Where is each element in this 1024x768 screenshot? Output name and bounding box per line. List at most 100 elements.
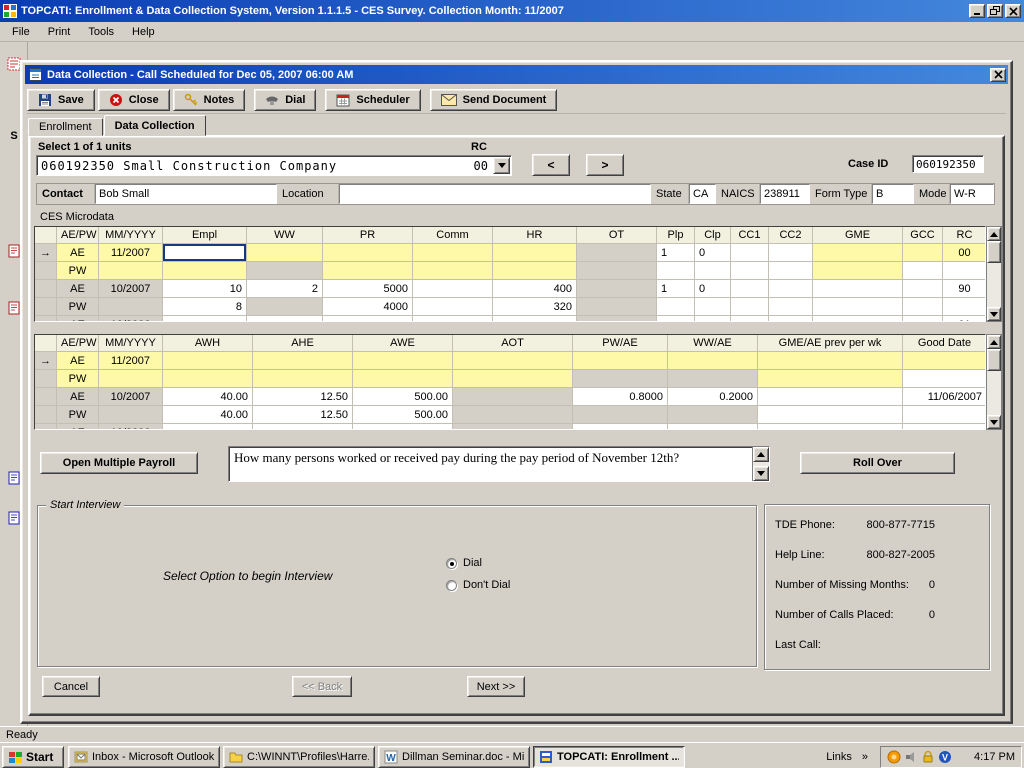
grid-cell[interactable]: 11/2007 <box>99 352 163 370</box>
grid-cell[interactable] <box>668 406 758 424</box>
grid-cell[interactable] <box>577 280 657 298</box>
grid-cell[interactable] <box>813 316 903 322</box>
grid-cell[interactable] <box>657 262 695 280</box>
grid-cell[interactable] <box>903 298 943 316</box>
grid-cell[interactable]: 10 <box>163 280 247 298</box>
grid-cell[interactable] <box>493 244 577 262</box>
grid-cell[interactable] <box>813 244 903 262</box>
menu-tools[interactable]: Tools <box>80 24 122 40</box>
links-toolbar[interactable]: Links » <box>820 748 874 766</box>
taskbar-task[interactable]: Inbox - Microsoft Outlook <box>68 746 220 768</box>
grid-cell[interactable] <box>323 244 413 262</box>
grid-cell[interactable]: 90 <box>943 280 986 298</box>
grid-cell[interactable] <box>453 370 573 388</box>
question-scroll-up-button[interactable] <box>753 447 769 462</box>
grid-cell[interactable] <box>903 262 943 280</box>
radio-don-t-dial[interactable]: Don't Dial <box>446 579 510 591</box>
grid-cell[interactable] <box>413 280 493 298</box>
taskbar-task[interactable]: C:\WINNT\Profiles\Harre... <box>223 746 375 768</box>
grid-cell[interactable]: 10/2007 <box>99 388 163 406</box>
grid-cell[interactable] <box>453 388 573 406</box>
grid-cell[interactable]: 5000 <box>323 280 413 298</box>
grid-cell[interactable] <box>577 262 657 280</box>
roll-over-button[interactable]: Roll Over <box>800 452 955 474</box>
contact-field[interactable]: Bob Small <box>95 184 277 204</box>
grid-cell[interactable] <box>493 316 577 322</box>
grid-cell[interactable] <box>99 370 163 388</box>
grid-cell[interactable]: AE <box>57 424 99 430</box>
grid-cell[interactable] <box>695 298 731 316</box>
grid-cell[interactable]: PW <box>57 298 99 316</box>
grid-cell[interactable]: 12.50 <box>253 406 353 424</box>
grid-cell[interactable] <box>323 262 413 280</box>
send-document-button[interactable]: Send Document <box>430 89 558 111</box>
grid-cell[interactable] <box>731 280 769 298</box>
grid-cell[interactable]: 10/2006 <box>99 316 163 322</box>
grid-cell[interactable] <box>163 244 247 262</box>
lock-icon[interactable] <box>921 750 935 764</box>
grid-cell[interactable] <box>573 370 668 388</box>
grid-cell[interactable] <box>413 298 493 316</box>
grid2-scrollbar[interactable] <box>986 334 1002 430</box>
grid-cell[interactable] <box>943 262 986 280</box>
grid-cell[interactable] <box>577 316 657 322</box>
grid-cell[interactable]: 11/06/2007 <box>903 388 986 406</box>
grid-cell[interactable] <box>903 370 986 388</box>
tab-data-collection[interactable]: Data Collection <box>104 115 206 136</box>
grid-cell[interactable]: 40.00 <box>163 388 253 406</box>
grid-cell[interactable] <box>695 316 731 322</box>
grid-cell[interactable] <box>353 370 453 388</box>
grid-cell[interactable] <box>413 244 493 262</box>
grid-cell[interactable]: 10/2007 <box>99 280 163 298</box>
grid-cell[interactable] <box>163 316 247 322</box>
grid-cell[interactable]: 40.00 <box>163 406 253 424</box>
grid1-scrollbar[interactable] <box>986 226 1002 322</box>
scroll-thumb[interactable] <box>987 349 1001 371</box>
grid-cell[interactable] <box>758 370 903 388</box>
scroll-track[interactable] <box>987 241 1001 307</box>
grid-cell[interactable]: 1 <box>657 280 695 298</box>
close-button[interactable]: Close <box>98 89 170 111</box>
grid-cell[interactable] <box>323 316 413 322</box>
grid-cell[interactable] <box>903 316 943 322</box>
menu-help[interactable]: Help <box>124 24 163 40</box>
grid-cell[interactable] <box>758 388 903 406</box>
start-button[interactable]: Start <box>2 746 64 768</box>
grid-cell[interactable] <box>99 298 163 316</box>
close-window-button[interactable] <box>1005 4 1021 18</box>
grid-cell[interactable]: AE <box>57 280 99 298</box>
grid-cell[interactable]: PW <box>57 370 99 388</box>
grid-cell[interactable] <box>353 352 453 370</box>
grid-cell[interactable] <box>668 424 758 430</box>
grid-cell[interactable] <box>573 352 668 370</box>
grid-cell[interactable] <box>731 244 769 262</box>
grid-cell[interactable] <box>758 352 903 370</box>
grid-cell[interactable]: 0.2000 <box>668 388 758 406</box>
grid-cell[interactable] <box>943 298 986 316</box>
scroll-up-button[interactable] <box>987 227 1001 241</box>
volume-icon[interactable] <box>904 750 918 764</box>
grid-cell[interactable]: AE <box>57 388 99 406</box>
grid-cell[interactable] <box>163 262 247 280</box>
shield-icon[interactable]: V <box>938 750 952 764</box>
combo-dropdown-button[interactable] <box>493 157 510 174</box>
grid-cell[interactable] <box>903 352 986 370</box>
grid-cell[interactable] <box>573 406 668 424</box>
grid-cell[interactable] <box>493 262 577 280</box>
grid-cell[interactable]: PW <box>57 262 99 280</box>
menu-print[interactable]: Print <box>40 24 79 40</box>
question-scroll-down-button[interactable] <box>753 466 769 481</box>
grid-cell[interactable] <box>99 262 163 280</box>
grid-cell[interactable] <box>163 352 253 370</box>
back-button[interactable]: << Back <box>292 676 352 697</box>
grid-cell[interactable]: 01 <box>943 316 986 322</box>
dialog-close-button[interactable] <box>990 68 1006 82</box>
grid-cell[interactable]: AE <box>57 244 99 262</box>
grid-cell[interactable]: 500.00 <box>353 388 453 406</box>
grid-cell[interactable] <box>758 424 903 430</box>
grid-cell[interactable] <box>247 298 323 316</box>
cancel-button[interactable]: Cancel <box>42 676 100 697</box>
dial-button[interactable]: Dial <box>254 89 316 111</box>
radio-dial[interactable]: Dial <box>446 557 510 569</box>
open-multiple-payroll-button[interactable]: Open Multiple Payroll <box>40 452 198 474</box>
